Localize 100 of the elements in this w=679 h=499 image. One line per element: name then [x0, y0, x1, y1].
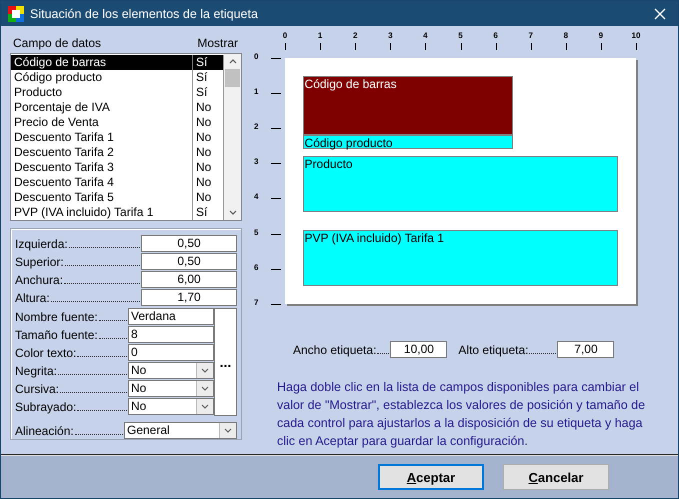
show-value: No: [192, 130, 223, 145]
dialog-button[interactable]: Cancelar: [503, 464, 609, 490]
input-field[interactable]: 0: [128, 344, 214, 361]
show-value: No: [192, 190, 223, 205]
field-name: Descuento Tarifa 1: [14, 130, 115, 145]
ruler-tick: [285, 43, 286, 50]
dialog-button[interactable]: Aceptar: [378, 464, 484, 490]
show-value: No: [192, 115, 223, 130]
input-field[interactable]: 6,00: [141, 271, 237, 288]
ruler-label: 6: [492, 31, 499, 40]
show-value: Sí: [192, 205, 223, 220]
field-label: Nombre fuente:: [15, 310, 98, 325]
field-name: Producto: [14, 85, 64, 100]
ruler-tick: [600, 43, 602, 50]
ruler-label: 4: [422, 31, 429, 40]
ruler-label: 7: [254, 298, 258, 307]
ruler-tick: [271, 93, 281, 94]
chevron-down-icon: [201, 404, 209, 409]
leader-line: [77, 410, 127, 411]
close-icon[interactable]: [654, 8, 666, 20]
leader-line: [98, 320, 127, 321]
field-name: Código de barras: [14, 55, 108, 70]
dropdown[interactable]: No: [128, 362, 214, 379]
input-field[interactable]: 0,50: [141, 253, 237, 270]
label-element[interactable]: Producto: [302, 156, 618, 212]
list-row[interactable]: Código de barras Sí: [11, 55, 224, 70]
leader-line: [529, 353, 556, 354]
leader-line: [98, 338, 127, 339]
chevron-up-icon[interactable]: [228, 59, 236, 64]
input-field[interactable]: 1,70: [141, 289, 237, 306]
ruler-tick: [271, 198, 281, 200]
scrollbar[interactable]: [224, 54, 241, 220]
leader-line: [77, 356, 127, 357]
font-button[interactable]: ...: [214, 308, 237, 416]
field-label: Color texto:: [15, 346, 76, 361]
field-name: PVP (IVA incluido) Tarifa 1: [14, 205, 154, 220]
ruler-tick: [271, 58, 281, 59]
ruler-label: 5: [457, 31, 464, 40]
field-label: Tamaño fuente:: [15, 328, 98, 343]
show-value: No: [192, 160, 223, 175]
field-name: Descuento Tarifa 4: [14, 175, 115, 190]
field-label: Subrayado:: [15, 400, 76, 415]
field-label: Alineación:: [15, 424, 74, 439]
dropdown[interactable]: No: [128, 398, 214, 415]
ruler-label: 4: [254, 192, 258, 202]
column-header: Campo de datos: [13, 36, 102, 50]
show-value: Sí: [192, 70, 223, 85]
ruler-tick: [271, 128, 281, 130]
ruler-tick: [355, 43, 356, 50]
input-field[interactable]: 0,50: [141, 235, 237, 252]
chevron-down-icon: [224, 428, 232, 433]
input-field[interactable]: Verdana: [128, 308, 214, 325]
ruler-tick: [271, 268, 281, 270]
input-field[interactable]: 10,00: [390, 341, 448, 358]
leader-line: [377, 353, 390, 354]
ruler-label: 9: [598, 31, 604, 40]
field-label: Superior:: [15, 255, 64, 270]
show-value: No: [192, 175, 223, 190]
ruler-label: 5: [254, 228, 258, 236]
chevron-down-icon: [201, 386, 209, 391]
leader-line: [68, 247, 140, 248]
ruler-label: 2: [352, 31, 358, 40]
field-label: Izquierda:: [15, 237, 68, 252]
field-name: Porcentaje de IVA: [14, 100, 111, 115]
label-element[interactable]: PVP (IVA incluido) Tarifa 1: [302, 230, 618, 286]
ruler-label: 10: [630, 31, 642, 40]
field-name: Descuento Tarifa 5: [14, 190, 115, 205]
column-header: Mostrar: [197, 36, 238, 50]
window-title: Situación de los elementos de la etiqueta: [30, 6, 259, 20]
ruler-label: 0: [254, 52, 258, 61]
input-field[interactable]: 7,00: [557, 341, 614, 358]
ruler-tick: [425, 43, 426, 50]
input-field[interactable]: 8: [128, 326, 214, 343]
chevron-down-icon: [201, 368, 209, 373]
chevron-down-icon[interactable]: [228, 210, 236, 215]
field-name: Código producto: [14, 70, 104, 85]
ruler-tick: [636, 43, 637, 50]
ruler-label: 6: [254, 262, 258, 272]
ruler-label: 1: [254, 87, 258, 96]
dropdown[interactable]: No: [128, 380, 214, 397]
fields-list[interactable]: [10, 53, 242, 221]
show-value: Sí: [192, 85, 223, 100]
field-name: Precio de Venta: [14, 115, 100, 130]
ruler-tick: [530, 43, 532, 50]
label-element[interactable]: Código producto: [302, 135, 514, 150]
ruler-tick: [566, 43, 567, 50]
ruler-label: 3: [387, 31, 394, 40]
field-label: Ancho etiqueta:: [293, 343, 376, 358]
ruler-tick: [320, 43, 322, 50]
ruler-tick: [390, 43, 392, 50]
show-value: Sí: [192, 55, 223, 70]
ruler-tick: [271, 304, 281, 305]
scrollbar-thumb[interactable]: [225, 69, 240, 87]
app-icon: [8, 6, 24, 22]
label-element[interactable]: Código de barras: [302, 76, 514, 136]
dropdown[interactable]: General: [124, 422, 237, 439]
field-label: Altura:: [15, 291, 50, 306]
ruler-tick: [460, 43, 462, 50]
field-label: Alto etiqueta:: [458, 343, 528, 358]
ruler-label: 2: [254, 122, 258, 132]
